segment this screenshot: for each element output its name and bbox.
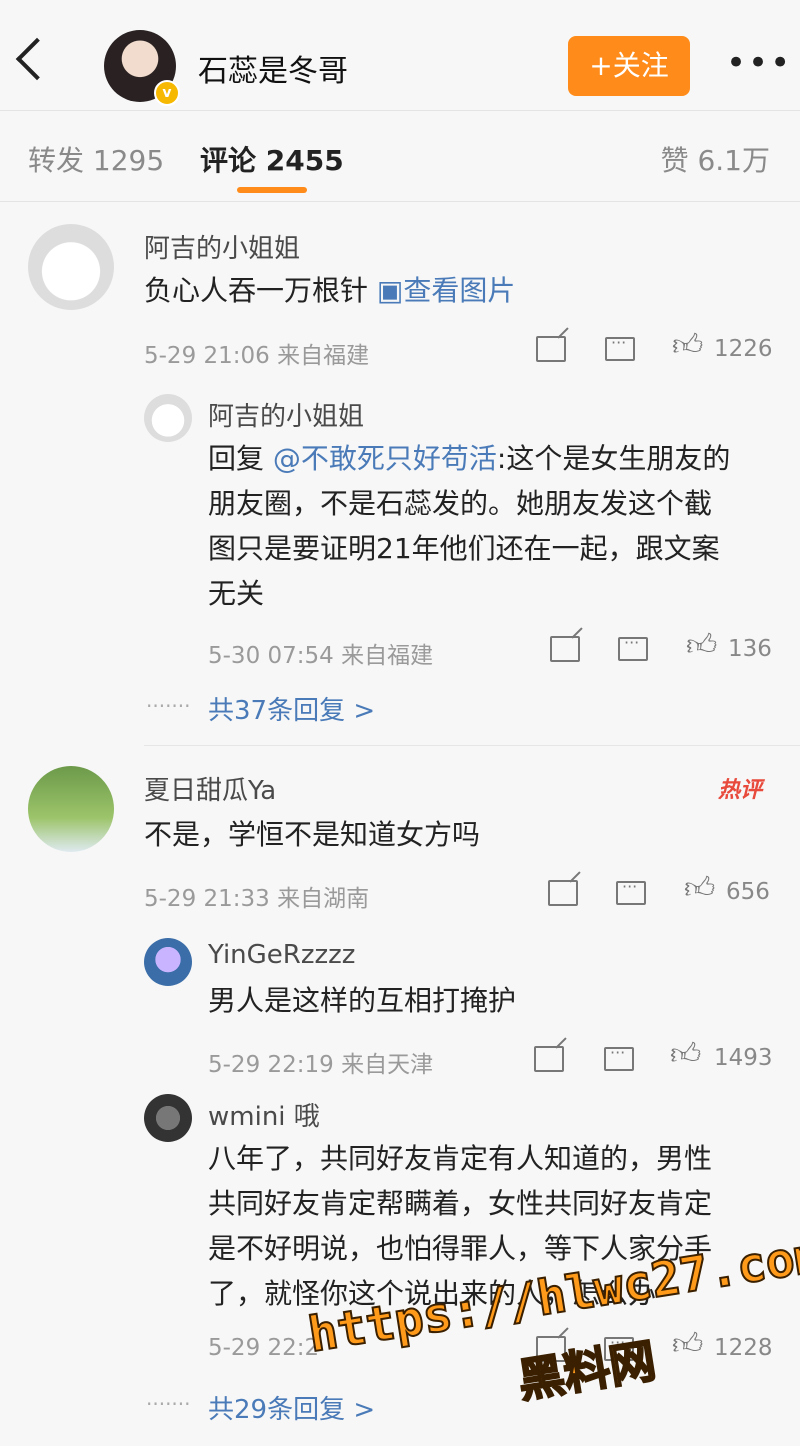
avatar[interactable] (28, 224, 114, 310)
reply-line: 八年了，共同好友肯定有人知道的，男性 (208, 1142, 713, 1175)
share-icon[interactable] (548, 880, 578, 906)
reply-meta: 5-29 22:19 来自天津 (208, 1052, 434, 1078)
comment-author[interactable]: 夏日甜瓜Ya (144, 770, 276, 807)
reply-author[interactable]: wmini 哦 (208, 1096, 320, 1133)
comment-icon[interactable] (604, 1333, 634, 1361)
more-replies-link[interactable]: 共29条回复 > (208, 1389, 375, 1426)
reply-line: :这个是女生朋友的 (496, 442, 731, 475)
comment-text: 不是，学恒不是知道女方吗 (144, 818, 481, 851)
like-count: 1226 (714, 336, 773, 362)
like-count: 656 (726, 879, 770, 905)
like-icon[interactable]: 👍︎ (686, 628, 717, 664)
follow-button[interactable]: +关注 (568, 36, 690, 96)
reply-line: 无关 (208, 577, 265, 610)
dots-decoration: ······· (146, 1392, 191, 1416)
reply-text: 八年了，共同好友肯定有人知道的，男性 共同好友肯定帮瞒着，女性共同好友肯定 是不… (208, 1136, 778, 1316)
page-title[interactable]: 石蕊是冬哥 (198, 46, 348, 90)
reply-line: 图只是要证明21年他们还在一起，跟文案 (208, 532, 720, 565)
comment-meta: 5-29 21:06 来自福建 (144, 343, 370, 369)
tab-comment[interactable]: 评论 2455 (200, 139, 344, 179)
more-replies-link[interactable]: 共37条回复 > (208, 690, 375, 727)
reply-prefix: 回复 (208, 442, 273, 475)
hot-comment-badge: 热评 (718, 778, 763, 803)
mention-link[interactable]: @不敢死只好苟活 (273, 442, 497, 475)
reply-line: 了，就怪你这个说出来的人，怎么办 (208, 1277, 657, 1310)
divider (144, 745, 800, 746)
like-count: 136 (728, 636, 772, 662)
reply-text: 男人是这样的互相打掩护 (208, 984, 517, 1017)
reply-meta: 5-30 07:54 来自福建 (208, 643, 434, 669)
like-count: 1493 (714, 1045, 773, 1071)
share-icon[interactable] (534, 1046, 564, 1072)
avatar[interactable] (144, 1094, 192, 1142)
verified-badge-icon: v (154, 80, 180, 106)
back-icon[interactable] (15, 37, 59, 81)
reply-line: 共同好友肯定帮瞒着，女性共同好友肯定 (208, 1187, 713, 1220)
comment-text: 负心人吞一万根针 ▣查看图片 (144, 268, 515, 313)
avatar[interactable] (28, 766, 114, 852)
like-icon[interactable]: 👍︎ (684, 871, 715, 907)
like-icon[interactable]: 👍︎ (672, 328, 703, 364)
tab-like[interactable]: 赞 6.1万 (661, 139, 770, 179)
reply-author[interactable]: 阿吉的小姐姐 (208, 396, 364, 433)
comment-icon[interactable] (604, 1043, 634, 1071)
like-count: 1228 (714, 1335, 773, 1361)
comment-icon[interactable] (616, 877, 646, 905)
share-icon[interactable] (536, 336, 566, 362)
reply-text: 回复 @不敢死只好苟活:这个是女生朋友的 朋友圈，不是石蕊发的。她朋友发这个截 … (208, 436, 778, 616)
reply-author[interactable]: YinGeRzzzz (208, 940, 355, 970)
tab-forward[interactable]: 转发 1295 (28, 139, 164, 179)
reply-line: 是不好明说，也怕得罪人，等下人家分手 (208, 1232, 713, 1265)
share-icon[interactable] (550, 636, 580, 662)
avatar[interactable] (144, 394, 192, 442)
tab-bar: 转发 1295 评论 2455 赞 6.1万 (0, 110, 800, 202)
comment-author[interactable]: 阿吉的小姐姐 (144, 228, 300, 265)
reply-line: 朋友圈，不是石蕊发的。她朋友发这个截 (208, 487, 713, 520)
view-image-link[interactable]: ▣查看图片 (377, 274, 515, 307)
top-bar: v 石蕊是冬哥 +关注 ••• (0, 0, 800, 110)
comment-body: 负心人吞一万根针 (144, 274, 369, 307)
active-tab-indicator (237, 187, 307, 193)
comment-icon[interactable] (605, 333, 635, 361)
dots-decoration: ······· (146, 694, 191, 718)
share-icon[interactable] (536, 1336, 566, 1362)
avatar[interactable] (144, 938, 192, 986)
comment-meta: 5-29 21:33 来自湖南 (144, 886, 370, 912)
comment-icon[interactable] (618, 633, 648, 661)
like-icon[interactable]: 👍︎ (672, 1327, 703, 1363)
more-icon[interactable]: ••• (726, 46, 792, 80)
reply-meta: 5-29 22:2 (208, 1335, 320, 1361)
like-icon[interactable]: 👍︎ (670, 1037, 701, 1073)
